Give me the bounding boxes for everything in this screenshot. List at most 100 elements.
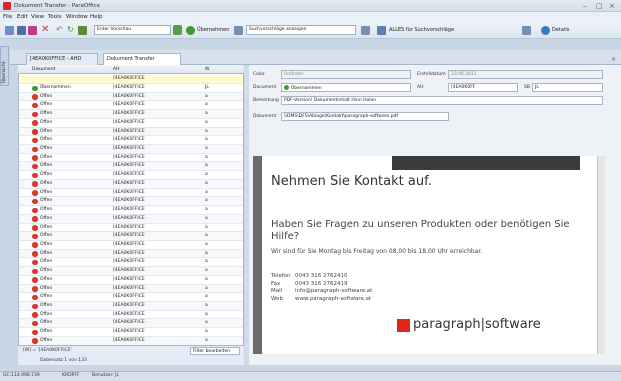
status-open-icon bbox=[32, 216, 38, 222]
table-row[interactable]: Offen [4EA0K0FFICE a bbox=[19, 171, 243, 180]
table-row[interactable]: Offen [4EA0K0FFICE a bbox=[19, 302, 243, 311]
refresh-icon[interactable]: ↻ bbox=[67, 25, 74, 34]
status-ok-icon bbox=[32, 85, 38, 91]
open-icon[interactable] bbox=[28, 26, 37, 35]
cell-status: Offen bbox=[40, 311, 53, 317]
table-row[interactable]: Offen [4EA0K0FFICE a bbox=[19, 197, 243, 207]
contact-label: Fax bbox=[271, 280, 281, 287]
table-row[interactable]: Offen [4EA0K0FFICE a bbox=[19, 311, 243, 320]
uebernehmen-button[interactable]: Übernehmen bbox=[197, 27, 229, 33]
status-open-icon bbox=[32, 172, 38, 179]
view-select[interactable]: Enter Vorschau bbox=[94, 25, 171, 35]
minimize-icon[interactable]: – bbox=[583, 2, 587, 10]
filter-edit-button[interactable]: Filter bearbeiten bbox=[190, 347, 240, 355]
tab-dokument-transfer[interactable]: Dokument Transfer bbox=[103, 53, 181, 65]
table-row[interactable]: Offen [4EA0K0FFICE a bbox=[19, 119, 243, 128]
maximize-icon[interactable]: ▢ bbox=[596, 2, 603, 10]
overview-vertical-tab[interactable]: Übersicht bbox=[0, 46, 9, 86]
find-icon[interactable] bbox=[522, 26, 531, 35]
menu-window[interactable]: Window bbox=[66, 14, 88, 20]
cell-w: a bbox=[205, 207, 208, 213]
sb-field[interactable]: JL bbox=[532, 83, 603, 92]
export-icon[interactable] bbox=[78, 26, 87, 35]
table-row[interactable]: Übernommen [4EA0K0FFICE JL bbox=[19, 84, 243, 93]
ah-field[interactable]: [4EA0K0FF bbox=[448, 83, 518, 92]
status-open-icon bbox=[32, 233, 38, 240]
cell-w: a bbox=[205, 294, 208, 300]
preview-scrollbar[interactable] bbox=[597, 156, 605, 354]
vertical-tab-label: Übersicht bbox=[2, 61, 7, 83]
cell-ah: [4EA0K0FFICE bbox=[113, 146, 145, 152]
cell-ah: [4EA0K0FFICE bbox=[113, 250, 145, 256]
cell-ah: [4EA0K0FFICE bbox=[113, 303, 145, 308]
cell-ah: [4EA0K0FFICE bbox=[113, 102, 145, 108]
filter-text[interactable]: [W] = '[4EA0K0FFICE' bbox=[23, 348, 72, 353]
table-row[interactable]: Offen [4EA0K0FFICE a bbox=[19, 267, 243, 276]
menu-tools[interactable]: Tools bbox=[48, 14, 62, 20]
status-host: KROPFF bbox=[62, 373, 80, 378]
close-tab-icon[interactable]: × bbox=[611, 56, 616, 63]
tab-ahd[interactable]: [4EA0K0FFICE - AHD bbox=[26, 53, 98, 65]
table-row[interactable]: Offen [4EA0K0FFICE a bbox=[19, 284, 243, 294]
status-open-icon bbox=[32, 207, 38, 214]
color-label: Color bbox=[253, 72, 265, 77]
menu-view[interactable]: View bbox=[31, 14, 44, 20]
save-icon[interactable] bbox=[17, 26, 26, 35]
status-open-icon bbox=[32, 268, 38, 275]
dokument-path-field[interactable]: \\DMS\DFS\Ablage\Kontakt\paragraph-softw… bbox=[281, 112, 449, 121]
erstelldatum-field[interactable]: 23.06.2011 bbox=[448, 70, 603, 79]
search-all-button[interactable]: ALLES für Suchvorschläge bbox=[389, 27, 454, 33]
cell-w: a bbox=[205, 215, 208, 221]
column-header-ah[interactable]: AH bbox=[113, 67, 119, 72]
table-row[interactable]: Offen [4EA0K0FFICE a bbox=[19, 206, 243, 215]
cell-w: a bbox=[205, 303, 208, 308]
new-icon[interactable] bbox=[5, 26, 14, 35]
table-row[interactable]: Offen [4EA0K0FFICE a bbox=[19, 110, 243, 119]
table-row[interactable]: Offen [4EA0K0FFICE a bbox=[19, 249, 243, 259]
table-row[interactable]: Offen [4EA0K0FFICE a bbox=[19, 214, 243, 224]
cell-w: JL bbox=[205, 85, 209, 90]
table-row[interactable]: Offen [4EA0K0FFICE a bbox=[19, 241, 243, 250]
cell-w: a bbox=[205, 102, 208, 108]
status-ok-icon bbox=[284, 85, 289, 90]
search-all-icon[interactable] bbox=[377, 26, 386, 35]
column-header-w[interactable]: W bbox=[205, 67, 209, 72]
table-row[interactable]: Offen [4EA0K0FFICE a bbox=[19, 92, 243, 102]
table-row[interactable]: Offen [4EA0K0FFICE a bbox=[19, 101, 243, 111]
close-icon[interactable]: × bbox=[609, 2, 615, 10]
search-input[interactable]: Suchvorschläge anzeigen bbox=[246, 25, 356, 35]
table-row[interactable]: Offen [4EA0K0FFICE a bbox=[19, 127, 243, 137]
details-button[interactable]: Details bbox=[552, 27, 569, 33]
status-field[interactable]: Übernommen bbox=[281, 83, 411, 92]
table-row[interactable]: Offen [4EA0K0FFICE a bbox=[19, 154, 243, 163]
menu-edit[interactable]: Edit bbox=[17, 14, 28, 20]
document-tab-bar bbox=[10, 50, 621, 65]
cell-status: Offen bbox=[40, 250, 53, 256]
table-row[interactable]: Offen [4EA0K0FFICE a bbox=[19, 189, 243, 198]
menu-file[interactable]: File bbox=[3, 14, 12, 20]
color-field[interactable]: Unfinder bbox=[281, 70, 411, 79]
cell-status: Offen bbox=[40, 198, 53, 204]
bemerkung-field[interactable]: PDF-Version! Dokumentinhalt Hinn Holen bbox=[281, 96, 603, 105]
table-row[interactable]: Offen [4EA0K0FFICE a bbox=[19, 179, 243, 189]
column-header-dokument[interactable]: Dokument bbox=[32, 67, 55, 72]
table-row[interactable]: Offen [4EA0K0FFICE a bbox=[19, 162, 243, 172]
table-row[interactable]: Offen [4EA0K0FFICE a bbox=[19, 136, 243, 146]
table-row[interactable]: Offen [4EA0K0FFICE a bbox=[19, 224, 243, 233]
search-icon[interactable] bbox=[361, 26, 370, 35]
delete-icon[interactable]: ✕ bbox=[41, 24, 49, 35]
table-row[interactable]: Offen [4EA0K0FFICE a bbox=[19, 276, 243, 285]
table-row-new[interactable]: [4EA0K0FFICE bbox=[19, 75, 243, 84]
undo-icon[interactable]: ↶ bbox=[56, 25, 63, 34]
table-row[interactable]: Offen [4EA0K0FFICE a bbox=[19, 293, 243, 302]
table-row[interactable]: Offen [4EA0K0FFICE a bbox=[19, 258, 243, 268]
table-row[interactable]: Offen [4EA0K0FFICE a bbox=[19, 319, 243, 329]
table-row[interactable]: Offen [4EA0K0FFICE a bbox=[19, 232, 243, 241]
table-row[interactable]: Offen [4EA0K0FFICE a bbox=[19, 145, 243, 154]
table-row[interactable]: Offen [4EA0K0FFICE a bbox=[19, 328, 243, 337]
ah-label: AH bbox=[417, 85, 424, 90]
cell-w: a bbox=[205, 233, 208, 239]
apply-icon[interactable] bbox=[173, 25, 182, 35]
status-open-icon bbox=[32, 242, 38, 248]
menu-help[interactable]: Help bbox=[90, 14, 103, 20]
